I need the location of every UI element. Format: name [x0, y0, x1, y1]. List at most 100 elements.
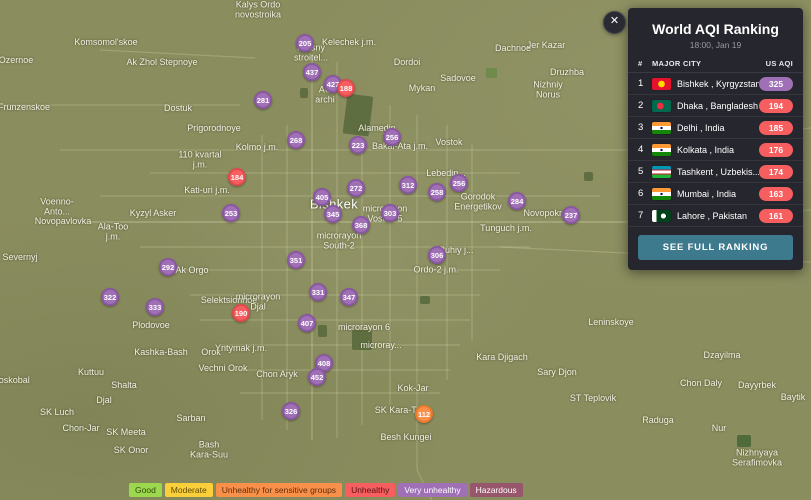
- legend-item: Unhealthy for sensitive groups: [215, 483, 343, 497]
- aqi-badge: 176: [759, 142, 793, 157]
- place-label: Prigorodnoye: [187, 122, 241, 133]
- see-full-ranking-button[interactable]: SEE FULL RANKING: [638, 235, 793, 260]
- place-label: Yntymak j.m.: [214, 342, 268, 353]
- place-label: Mykan: [408, 82, 436, 93]
- city-name: Tashkent , Uzbekis...: [677, 166, 759, 177]
- ranking-row[interactable]: 6 Mumbai , India 163: [628, 183, 803, 205]
- park-area: [486, 68, 497, 78]
- place-label: Djal: [96, 394, 112, 405]
- place-label: Sarban: [176, 412, 206, 423]
- country-flag: [652, 99, 671, 112]
- ranking-row[interactable]: 5 Tashkent , Uzbekis... 174: [628, 161, 803, 183]
- country-flag: [652, 187, 671, 200]
- ranking-row[interactable]: 2 Dhaka , Bangladesh 194: [628, 95, 803, 117]
- place-label: Besh Kungei: [380, 431, 432, 442]
- legend-item: Hazardous: [469, 483, 523, 497]
- aqi-marker[interactable]: 258: [428, 183, 446, 201]
- aqi-marker[interactable]: 190: [232, 304, 250, 322]
- place-label: Bash Kara-Suu: [189, 439, 229, 460]
- iqair-map-page: Kalys Ordo novostroika Komsomol'skoe Ozern…: [0, 0, 811, 500]
- place-label: Vostok: [435, 136, 463, 147]
- rank-number: 6: [638, 188, 644, 199]
- aqi-marker[interactable]: 112: [415, 405, 433, 423]
- place-label: SK Onor: [113, 444, 149, 455]
- park-area: [342, 93, 374, 137]
- aqi-marker[interactable]: 368: [352, 216, 370, 234]
- ranking-rows: 1 Bishkek , Kyrgyzstan 325 2 Dhaka , Ban…: [628, 73, 803, 227]
- aqi-marker[interactable]: 347: [340, 288, 358, 306]
- rank-number: 2: [638, 100, 644, 111]
- place-label: Shalta: [111, 379, 137, 390]
- place-label: Novopavlovka: [34, 215, 92, 226]
- aqi-marker[interactable]: 188: [337, 79, 355, 97]
- aqi-marker[interactable]: 256: [450, 174, 468, 192]
- aqi-marker[interactable]: 256: [383, 128, 401, 146]
- aqi-marker[interactable]: 331: [309, 283, 327, 301]
- aqi-marker[interactable]: 351: [287, 251, 305, 269]
- aqi-marker[interactable]: 223: [349, 136, 367, 154]
- aqi-marker[interactable]: 333: [146, 298, 164, 316]
- aqi-marker[interactable]: 272: [347, 179, 365, 197]
- aqi-marker[interactable]: 284: [508, 192, 526, 210]
- place-label: Dayyrbek: [737, 379, 777, 390]
- place-label: Severnyj: [2, 251, 38, 262]
- place-label: Ozernoe: [0, 54, 34, 65]
- park-area: [318, 325, 327, 337]
- ranking-row[interactable]: 3 Delhi , India 185: [628, 117, 803, 139]
- ranking-row[interactable]: 1 Bishkek , Kyrgyzstan 325: [628, 73, 803, 95]
- place-label: Chon-Jar: [62, 422, 100, 433]
- place-label: Selektsionnoe: [200, 294, 258, 305]
- park-area: [420, 296, 430, 304]
- park-area: [737, 435, 751, 447]
- panel-title: World AQI Ranking: [652, 21, 779, 37]
- country-flag: [652, 165, 671, 178]
- aqi-marker[interactable]: 184: [228, 168, 246, 186]
- panel-timestamp: 18:00, Jan 19: [689, 40, 742, 50]
- aqi-marker[interactable]: 312: [399, 176, 417, 194]
- place-label: Toskobal: [0, 374, 30, 385]
- aqi-marker[interactable]: 407: [298, 314, 316, 332]
- aqi-marker[interactable]: 281: [254, 91, 272, 109]
- place-label: SK Meeta: [106, 426, 146, 437]
- aqi-marker[interactable]: 405: [313, 188, 331, 206]
- country-flag: [652, 143, 671, 156]
- table-header: # MAJOR CITY US AQI: [628, 59, 803, 73]
- place-label: Kuttuu: [77, 366, 105, 377]
- aqi-marker[interactable]: 237: [562, 206, 580, 224]
- header-rank: #: [638, 59, 643, 68]
- ranking-row[interactable]: 7 Lahore , Pakistan 161: [628, 205, 803, 227]
- rank-number: 4: [638, 144, 644, 155]
- park-area: [584, 172, 593, 181]
- aqi-marker[interactable]: 268: [287, 131, 305, 149]
- aqi-marker[interactable]: 322: [101, 288, 119, 306]
- place-label: Komsomol'skoe: [74, 36, 138, 47]
- aqi-marker[interactable]: 303: [381, 204, 399, 222]
- country-flag: [652, 121, 671, 134]
- place-label: Kyzyl Asker: [129, 207, 177, 218]
- aqi-badge: 163: [759, 186, 793, 201]
- ranking-panel: World AQI Ranking 18:00, Jan 19 # MAJOR …: [628, 8, 803, 270]
- place-label: Dzayilma: [703, 349, 741, 360]
- city-name: Mumbai , India: [677, 188, 737, 199]
- aqi-marker[interactable]: 345: [324, 205, 342, 223]
- place-label: 110 kvartal j.m.: [178, 149, 222, 170]
- aqi-marker[interactable]: 452: [308, 368, 326, 386]
- aqi-marker[interactable]: 253: [222, 204, 240, 222]
- place-label: Druzhba: [549, 66, 585, 77]
- city-name: Lahore , Pakistan: [677, 210, 748, 221]
- legend-item: Unhealthy: [345, 483, 396, 497]
- aqi-marker[interactable]: 437: [303, 63, 321, 81]
- country-flag: [652, 77, 671, 90]
- city-name: Bishkek , Kyrgyzstan: [677, 78, 759, 89]
- place-label: Kolmo j.m.: [235, 141, 279, 152]
- aqi-marker[interactable]: 306: [428, 246, 446, 264]
- close-icon[interactable]: ✕: [603, 11, 626, 34]
- aqi-marker[interactable]: 326: [282, 402, 300, 420]
- aqi-marker[interactable]: 292: [159, 258, 177, 276]
- place-label: Sadovoe: [440, 72, 476, 83]
- ranking-row[interactable]: 4 Kolkata , India 176: [628, 139, 803, 161]
- aqi-marker[interactable]: 205: [296, 34, 314, 52]
- place-label: Nizhnyaya Serafimovka: [731, 447, 783, 468]
- park-area: [352, 330, 372, 350]
- place-label: Kalys Ordo novostroika: [234, 0, 282, 20]
